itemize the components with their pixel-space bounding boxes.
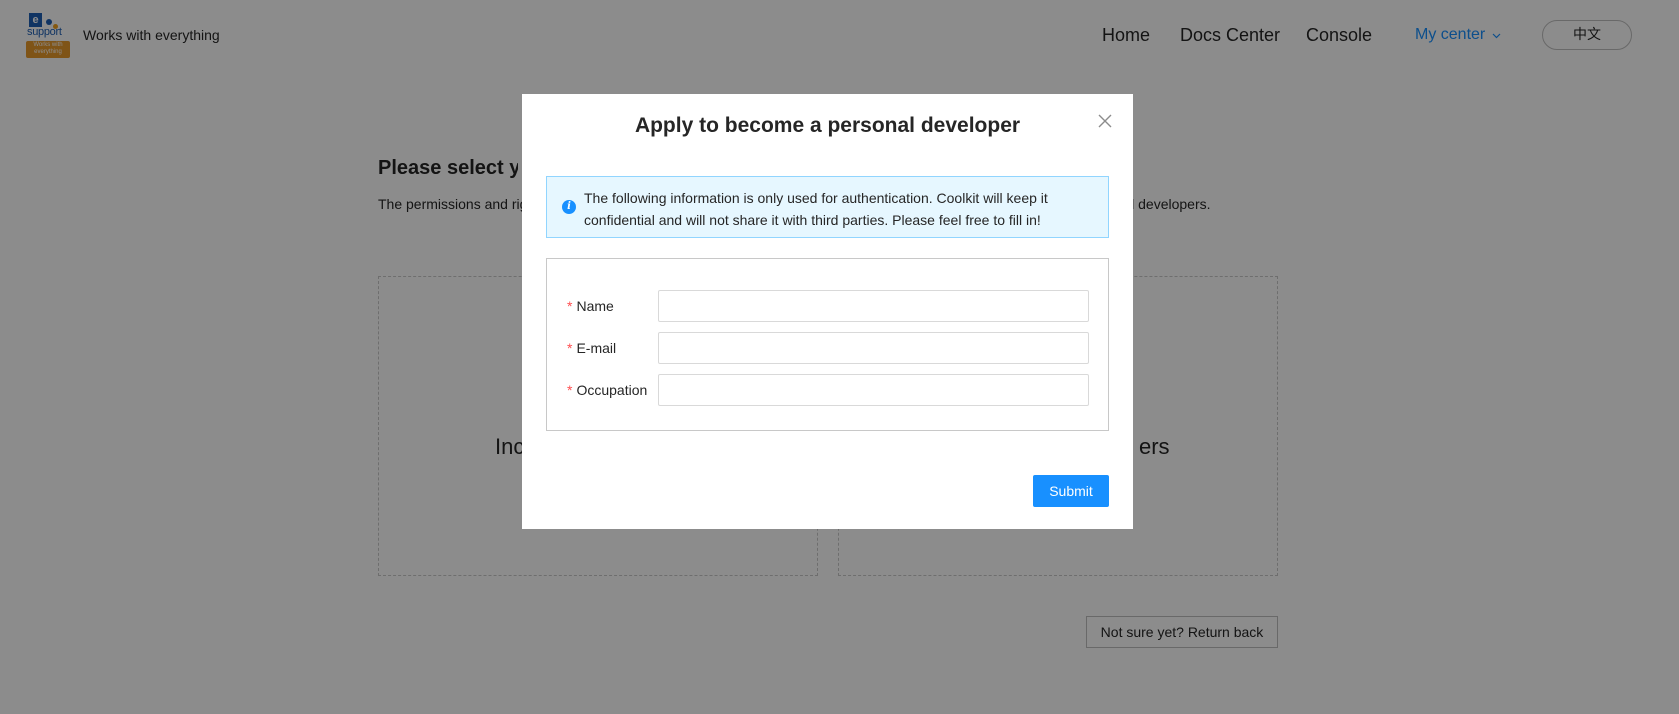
form-row-name: * Name bbox=[547, 290, 1108, 322]
modal-title: Apply to become a personal developer bbox=[634, 114, 1021, 137]
occupation-input[interactable] bbox=[658, 374, 1089, 406]
submit-button[interactable]: Submit bbox=[1033, 475, 1109, 507]
info-alert: i The following information is only used… bbox=[546, 176, 1109, 238]
info-icon: i bbox=[562, 200, 576, 214]
apply-developer-modal: Apply to become a personal developer i T… bbox=[522, 94, 1133, 529]
name-label: * Name bbox=[567, 298, 614, 314]
email-input[interactable] bbox=[658, 332, 1089, 364]
occupation-label: * Occupation bbox=[567, 382, 648, 398]
form-row-email: * E-mail bbox=[547, 332, 1108, 364]
name-input[interactable] bbox=[658, 290, 1089, 322]
required-mark: * bbox=[567, 340, 573, 356]
developer-form: * Name * E-mail * Occupation bbox=[546, 258, 1109, 431]
info-alert-text: The following information is only used f… bbox=[584, 190, 1048, 228]
close-icon[interactable] bbox=[1096, 112, 1114, 130]
form-row-occupation: * Occupation bbox=[547, 374, 1108, 406]
required-mark: * bbox=[567, 382, 573, 398]
required-mark: * bbox=[567, 298, 573, 314]
email-label: * E-mail bbox=[567, 340, 617, 356]
